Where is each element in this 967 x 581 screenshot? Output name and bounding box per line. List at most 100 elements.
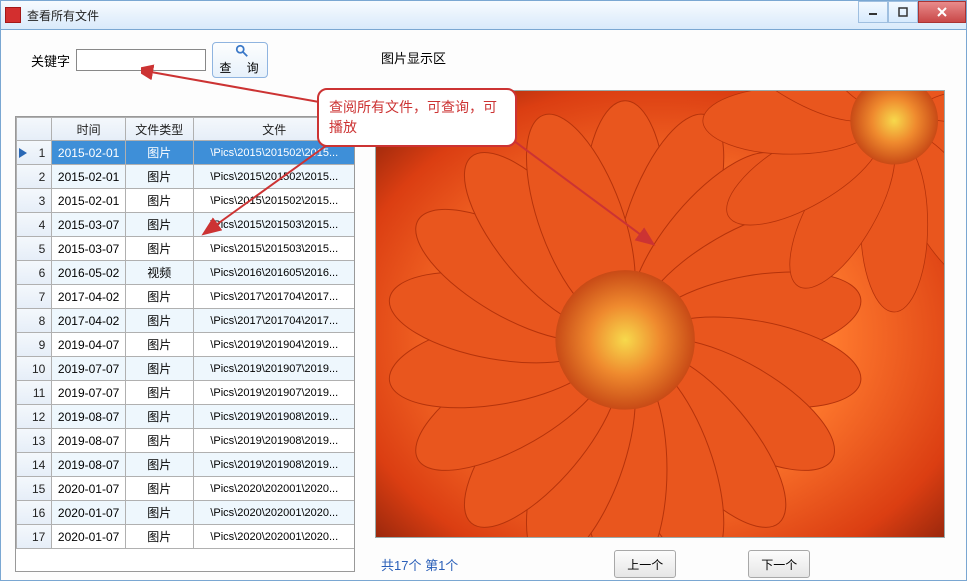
table-row[interactable]: 52015-03-07图片\Pics\2015\201503\2015... [17,237,355,260]
type-cell: 图片 [126,309,193,332]
type-cell: 图片 [126,189,193,212]
file-cell: \Pics\2015\201503\2015... [194,237,355,260]
file-cell: \Pics\2019\201907\2019... [194,381,355,404]
titlebar: 查看所有文件 [0,0,967,30]
file-table[interactable]: 时间 文件类型 文件 12015-02-01图片\Pics\2015\20150… [15,116,355,572]
annotation-callout: 查阅所有文件，可查询，可播放 [317,88,517,147]
rownum-cell: 3 [17,189,51,212]
rownum-cell: 14 [17,453,51,476]
type-cell: 图片 [126,357,193,380]
table-row[interactable]: 62016-05-02视频\Pics\2016\201605\2016... [17,261,355,284]
file-cell: \Pics\2015\201502\2015... [194,165,355,188]
type-cell: 图片 [126,381,193,404]
rownum-cell: 9 [17,333,51,356]
rownum-cell: 4 [17,213,51,236]
image-preview [375,90,945,538]
table-row[interactable]: 82017-04-02图片\Pics\2017\201704\2017... [17,309,355,332]
query-button-label: 查 询 [219,59,264,76]
type-cell: 图片 [126,405,193,428]
file-cell: \Pics\2015\201502\2015... [194,189,355,212]
table-row[interactable]: 92019-04-07图片\Pics\2019\201904\2019... [17,333,355,356]
rownum-cell: 11 [17,381,51,404]
status-text: 共17个 第1个 [381,555,458,574]
minimize-button[interactable] [858,1,888,23]
table-row[interactable]: 22015-02-01图片\Pics\2015\201502\2015... [17,165,355,188]
keyword-input[interactable] [76,49,206,71]
type-cell: 图片 [126,141,193,164]
file-cell: \Pics\2017\201704\2017... [194,309,355,332]
maximize-button[interactable] [888,1,918,23]
file-cell: \Pics\2019\201904\2019... [194,333,355,356]
date-cell: 2015-02-01 [52,165,125,188]
table-row[interactable]: 102019-07-07图片\Pics\2019\201907\2019... [17,357,355,380]
app-icon [5,7,21,23]
close-button[interactable] [918,1,966,23]
file-cell: \Pics\2020\202001\2020... [194,477,355,500]
rownum-cell: 16 [17,501,51,524]
type-cell: 图片 [126,333,193,356]
file-cell: \Pics\2020\202001\2020... [194,501,355,524]
date-cell: 2016-05-02 [52,261,125,284]
type-cell: 图片 [126,429,193,452]
current-row-indicator [18,143,28,163]
type-cell: 图片 [126,213,193,236]
table-row[interactable]: 122019-08-07图片\Pics\2019\201908\2019... [17,405,355,428]
query-button[interactable]: 查 询 [212,42,268,78]
search-row: 关键字 查 询 [31,40,956,80]
rownum-cell: 5 [17,237,51,260]
file-cell: \Pics\2019\201908\2019... [194,429,355,452]
table-row[interactable]: 162020-01-07图片\Pics\2020\202001\2020... [17,501,355,524]
table-row[interactable]: 112019-07-07图片\Pics\2019\201907\2019... [17,381,355,404]
file-cell: \Pics\2017\201704\2017... [194,285,355,308]
col-type[interactable]: 文件类型 [126,118,193,140]
prev-button[interactable]: 上一个 [614,550,676,578]
col-rownum[interactable] [17,118,51,140]
col-date[interactable]: 时间 [52,118,125,140]
window-title: 查看所有文件 [27,7,99,24]
table-row[interactable]: 142019-08-07图片\Pics\2019\201908\2019... [17,453,355,476]
table-row[interactable]: 32015-02-01图片\Pics\2015\201502\2015... [17,189,355,212]
file-cell: \Pics\2019\201908\2019... [194,405,355,428]
table-row[interactable]: 72017-04-02图片\Pics\2017\201704\2017... [17,285,355,308]
date-cell: 2015-02-01 [52,141,125,164]
type-cell: 图片 [126,477,193,500]
date-cell: 2019-08-07 [52,429,125,452]
rownum-cell: 2 [17,165,51,188]
client-area: 关键字 查 询 图片显示区 时间 文件类型 文件 12015-02-01图片\P… [0,30,967,581]
date-cell: 2019-08-07 [52,405,125,428]
type-cell: 图片 [126,285,193,308]
file-cell: \Pics\2019\201907\2019... [194,357,355,380]
rownum-cell: 12 [17,405,51,428]
table-row[interactable]: 132019-08-07图片\Pics\2019\201908\2019... [17,429,355,452]
type-cell: 视频 [126,261,193,284]
status-row: 共17个 第1个 上一个 下一个 [381,550,941,578]
date-cell: 2019-07-07 [52,357,125,380]
date-cell: 2020-01-07 [52,477,125,500]
next-button[interactable]: 下一个 [748,550,810,578]
preview-area-label: 图片显示区 [381,48,446,67]
file-cell: \Pics\2016\201605\2016... [194,261,355,284]
rownum-cell: 17 [17,525,51,548]
table-row[interactable]: 42015-03-07图片\Pics\2015\201503\2015... [17,213,355,236]
date-cell: 2017-04-02 [52,285,125,308]
date-cell: 2015-02-01 [52,189,125,212]
date-cell: 2015-03-07 [52,237,125,260]
search-icon [235,44,249,58]
table-row[interactable]: 12015-02-01图片\Pics\2015\201502\2015... [17,141,355,164]
rownum-cell: 13 [17,429,51,452]
type-cell: 图片 [126,501,193,524]
date-cell: 2019-08-07 [52,453,125,476]
file-cell: \Pics\2019\201908\2019... [194,453,355,476]
rownum-cell: 15 [17,477,51,500]
type-cell: 图片 [126,237,193,260]
file-cell: \Pics\2015\201503\2015... [194,213,355,236]
rownum-cell: 7 [17,285,51,308]
date-cell: 2020-01-07 [52,501,125,524]
date-cell: 2017-04-02 [52,309,125,332]
type-cell: 图片 [126,453,193,476]
keyword-label: 关键字 [31,51,70,70]
table-row[interactable]: 172020-01-07图片\Pics\2020\202001\2020... [17,525,355,548]
date-cell: 2019-07-07 [52,381,125,404]
date-cell: 2019-04-07 [52,333,125,356]
table-row[interactable]: 152020-01-07图片\Pics\2020\202001\2020... [17,477,355,500]
